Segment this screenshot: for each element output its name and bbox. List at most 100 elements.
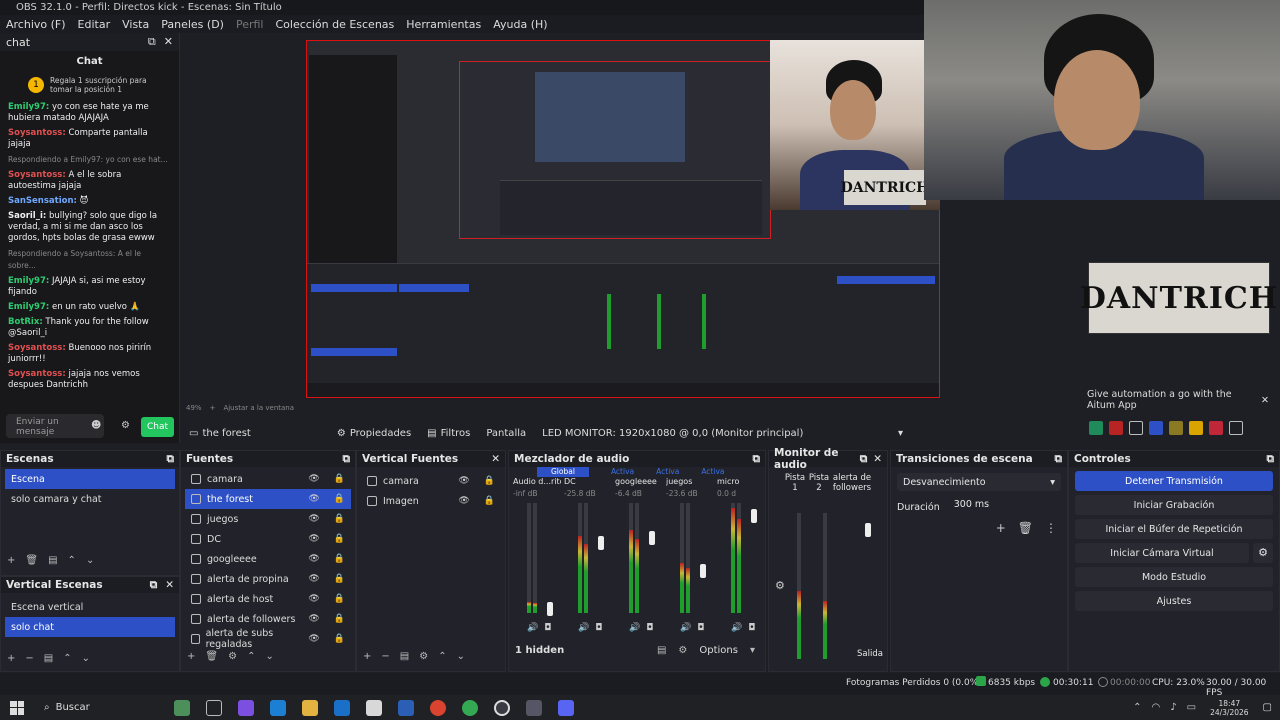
- float-icon[interactable]: ⧉: [1055, 453, 1063, 466]
- chat-username[interactable]: Soysantoss:: [8, 170, 66, 180]
- more-icon[interactable]: ⋮: [1045, 521, 1057, 535]
- store-icon[interactable]: [365, 699, 382, 716]
- mute-icon[interactable]: 🔊: [629, 623, 640, 633]
- chat-username[interactable]: Emily97:: [8, 102, 49, 112]
- gift-banner[interactable]: 1 Regala 1 suscripción para tomar la pos…: [0, 72, 179, 98]
- add-icon[interactable]: +: [187, 651, 195, 662]
- chrome-profile-icon[interactable]: [461, 699, 478, 716]
- arrow-up-icon[interactable]: ⌃: [63, 653, 71, 664]
- stop-streaming-button[interactable]: Detener Transmisión: [1075, 471, 1273, 491]
- monitor-icon[interactable]: ◘: [544, 623, 551, 633]
- record-icon[interactable]: [1109, 421, 1123, 435]
- menu-profile[interactable]: Perfil: [230, 18, 270, 31]
- float-icon[interactable]: ⧉: [1267, 453, 1275, 466]
- arrow-down-icon[interactable]: ⌄: [82, 653, 90, 664]
- mute-icon[interactable]: 🔊: [731, 623, 742, 633]
- chat-username[interactable]: BotRix:: [8, 317, 43, 327]
- volume-fader[interactable]: [751, 509, 757, 523]
- gear-icon[interactable]: ⚙: [1253, 543, 1273, 563]
- menu-help[interactable]: Ayuda (H): [487, 18, 553, 31]
- stop-icon[interactable]: [1129, 421, 1143, 435]
- lock-icon[interactable]: 🔒: [334, 594, 345, 604]
- scene-item[interactable]: solo camara y chat: [5, 489, 175, 509]
- menu-scene-collection[interactable]: Colección de Escenas: [270, 18, 401, 31]
- lock-icon[interactable]: 🔒: [484, 496, 495, 506]
- lock-icon[interactable]: 🔒: [334, 534, 345, 544]
- chevron-up-icon[interactable]: ⌃: [1133, 702, 1141, 713]
- menu-file[interactable]: Archivo (F): [0, 18, 72, 31]
- close-icon[interactable]: ✕: [491, 453, 500, 465]
- task-view-icon[interactable]: [205, 699, 222, 716]
- zoom-value[interactable]: 49%: [186, 404, 202, 414]
- chat-input[interactable]: Enviar un mensaje: [6, 414, 104, 438]
- mixer-tab[interactable]: Activa: [701, 467, 724, 477]
- lock-icon[interactable]: 🔒: [334, 474, 345, 484]
- chat-username[interactable]: Emily97:: [8, 302, 49, 312]
- gear-icon[interactable]: ⚙: [228, 651, 237, 662]
- add-icon[interactable]: +: [996, 521, 1006, 535]
- float-icon[interactable]: ⧉: [753, 453, 761, 466]
- word-icon[interactable]: [397, 699, 414, 716]
- mute-icon[interactable]: 🔊: [527, 623, 538, 633]
- volume-fader[interactable]: [598, 536, 604, 550]
- outlook-icon[interactable]: [333, 699, 350, 716]
- studio-mode-button[interactable]: Modo Estudio: [1075, 567, 1273, 587]
- options-button[interactable]: Options: [699, 645, 738, 656]
- monitor-icon[interactable]: ◘: [748, 623, 755, 633]
- monitor-fader[interactable]: [865, 523, 871, 537]
- virtual-camera-button[interactable]: Iniciar Cámara Virtual: [1075, 543, 1249, 563]
- lock-icon[interactable]: 🔒: [334, 574, 345, 584]
- vertical-source-item[interactable]: camara 👁 🔒: [361, 471, 501, 491]
- add-icon[interactable]: +: [7, 555, 15, 566]
- lock-icon[interactable]: 🔒: [334, 634, 345, 644]
- eye-icon[interactable]: 👁: [308, 554, 319, 564]
- filter-icon[interactable]: ▤: [400, 651, 409, 662]
- fit-label[interactable]: Ajustar a la ventana: [223, 404, 294, 414]
- zoom-in-icon[interactable]: +: [210, 404, 216, 414]
- float-icon[interactable]: ⧉: [860, 453, 868, 466]
- arrow-down-icon[interactable]: ⌄: [457, 651, 465, 662]
- vertical-scene-item[interactable]: solo chat: [5, 617, 175, 637]
- source-item[interactable]: camara 👁 🔒: [185, 469, 351, 489]
- scene-item[interactable]: Escena: [5, 469, 175, 489]
- display-select[interactable]: LED MONITOR: 1920x1080 @ 0,0 (Monitor pr…: [534, 428, 911, 439]
- layout-icon[interactable]: ▤: [657, 645, 666, 656]
- chevron-down-icon[interactable]: ▾: [750, 645, 755, 656]
- monitor-icon[interactable]: ◘: [646, 623, 653, 633]
- edge-icon[interactable]: [269, 699, 286, 716]
- properties-button[interactable]: ⚙ Propiedades: [329, 428, 419, 439]
- lock-icon[interactable]: 🔒: [334, 514, 345, 524]
- monitor-icon[interactable]: ◘: [595, 623, 602, 633]
- float-icon[interactable]: ⧉: [150, 579, 158, 592]
- arrow-up-icon[interactable]: ⌃: [68, 555, 76, 566]
- mute-icon[interactable]: 🔊: [680, 623, 691, 633]
- close-icon[interactable]: ✕: [164, 35, 173, 49]
- eye-icon[interactable]: 👁: [458, 476, 469, 486]
- eye-icon[interactable]: 👁: [308, 574, 319, 584]
- trash-icon[interactable]: 🗑: [1018, 521, 1033, 535]
- menu-view[interactable]: Vista: [116, 18, 155, 31]
- arrow-down-icon[interactable]: ⌄: [265, 651, 273, 662]
- duration-input[interactable]: 300 ms: [949, 499, 1061, 515]
- source-item[interactable]: alerta de propina 👁 🔒: [185, 569, 351, 589]
- mixer-channel-name[interactable]: juegos: [666, 477, 714, 486]
- undo-icon[interactable]: [1229, 421, 1243, 435]
- settings-button[interactable]: Ajustes: [1075, 591, 1273, 611]
- close-icon[interactable]: ✕: [165, 579, 174, 592]
- filter-icon[interactable]: ▤: [44, 653, 53, 664]
- mixer-tab[interactable]: Activa: [611, 467, 634, 477]
- mixer-channel-name[interactable]: googleeee: [615, 477, 663, 486]
- menu-docks[interactable]: Paneles (D): [155, 18, 230, 31]
- taskbar-search[interactable]: Buscar: [56, 702, 166, 713]
- replay-buffer-button[interactable]: Iniciar el Búfer de Repetición: [1075, 519, 1273, 539]
- aitum-tool-icon[interactable]: [1089, 421, 1103, 435]
- source-item[interactable]: DC 👁 🔒: [185, 529, 351, 549]
- chat-username[interactable]: Soysantoss:: [8, 343, 66, 353]
- start-recording-button[interactable]: Iniciar Grabación: [1075, 495, 1273, 515]
- chat-username[interactable]: SanSensation:: [8, 196, 77, 206]
- chrome-icon[interactable]: [429, 699, 446, 716]
- mixer-channel-name[interactable]: micro: [717, 477, 765, 486]
- settings-icon[interactable]: [1189, 421, 1203, 435]
- weather-icon[interactable]: [173, 699, 190, 716]
- add-icon[interactable]: +: [7, 653, 15, 664]
